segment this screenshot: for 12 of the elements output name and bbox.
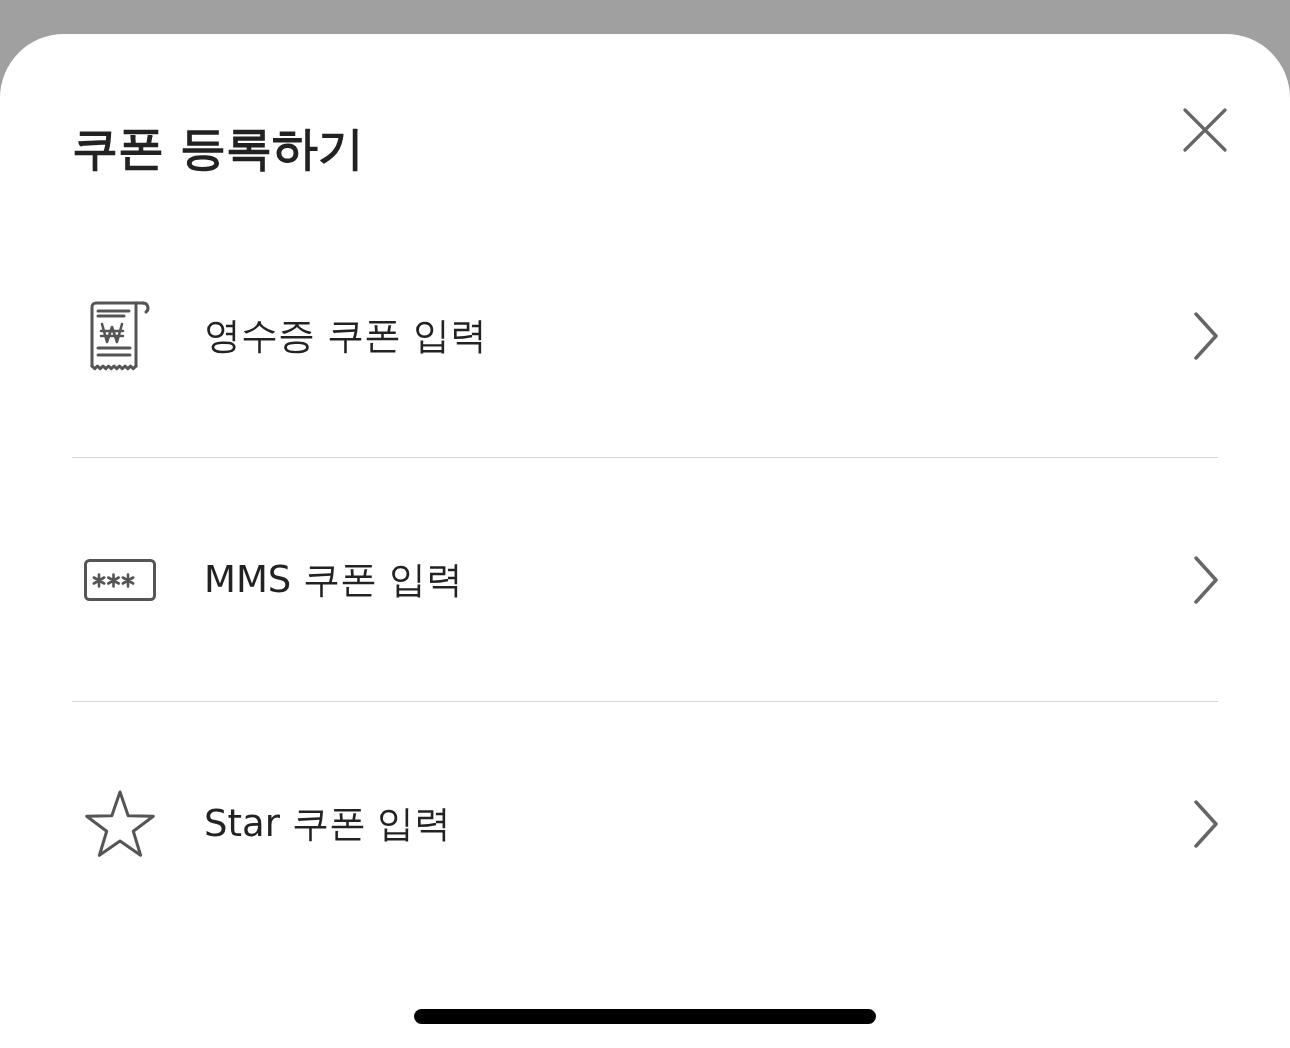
receipt-icon: [88, 299, 152, 372]
coupon-option[interactable]: Star 쿠폰 입력: [72, 702, 1218, 945]
sheet-title: 쿠폰 등록하기: [72, 120, 364, 177]
coupon-option[interactable]: MMS 쿠폰 입력: [72, 458, 1218, 701]
close-button[interactable]: [1183, 108, 1227, 152]
chevron-right-icon: [1194, 555, 1218, 604]
chevron-right-icon: [1194, 311, 1218, 360]
star-icon: [84, 789, 156, 858]
chevron-right-icon: [1194, 799, 1218, 848]
password-card-icon: [84, 558, 156, 601]
close-icon: [1183, 108, 1227, 152]
coupon-option[interactable]: 영수증 쿠폰 입력: [72, 214, 1218, 457]
